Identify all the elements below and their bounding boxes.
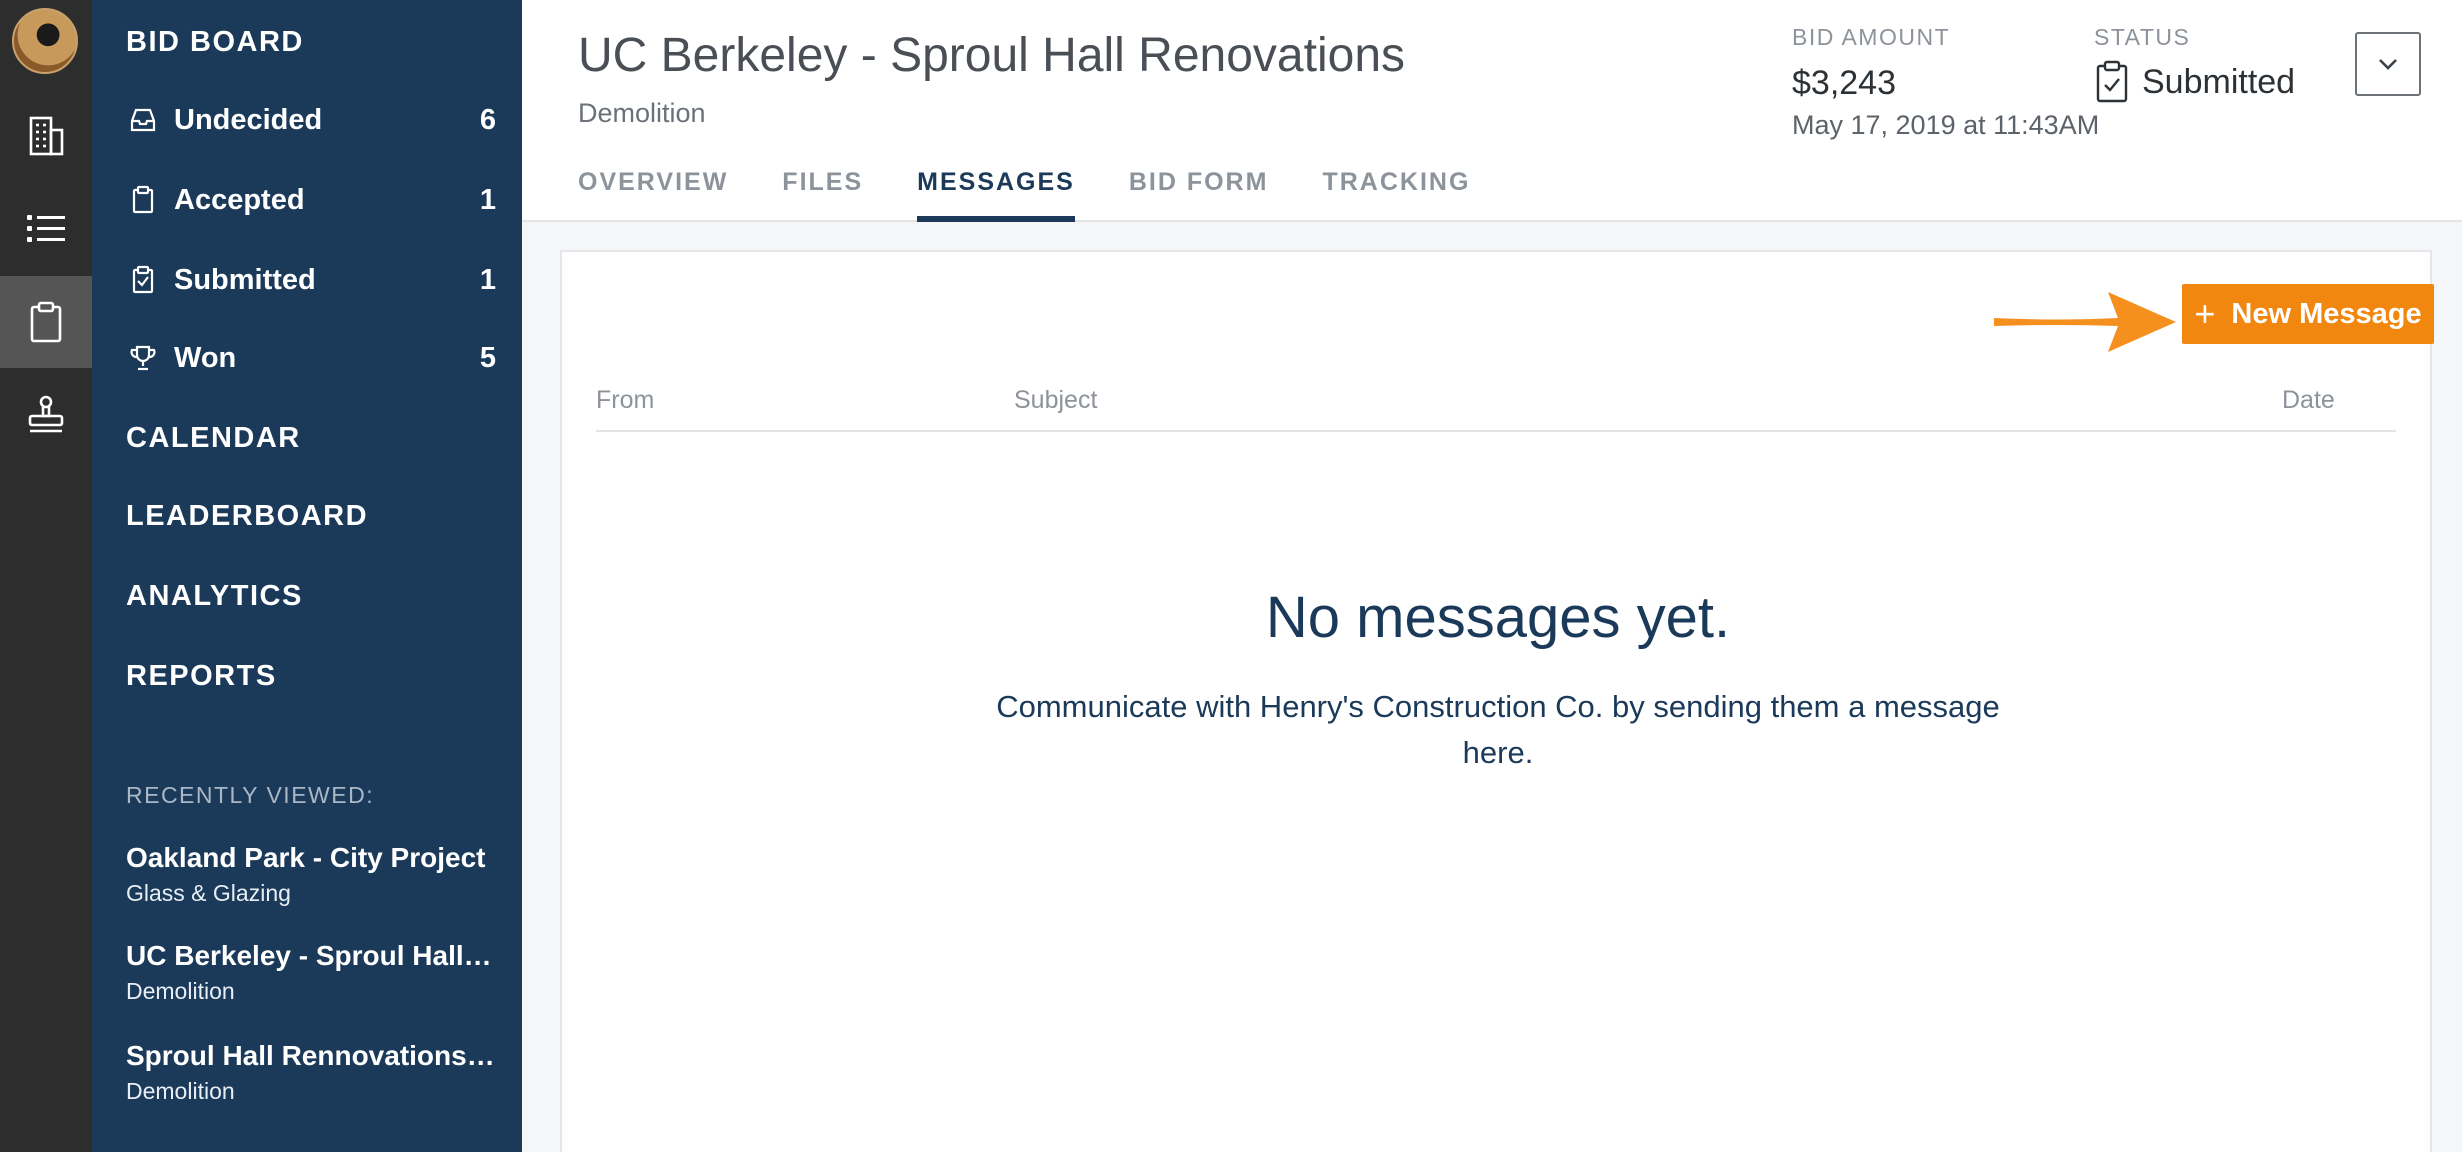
new-message-button[interactable]: + New Message (2182, 284, 2434, 344)
clipboard-check-icon (126, 263, 160, 297)
nav-item-count: 5 (479, 341, 496, 374)
nav-item-undecided[interactable]: Undecided 6 (126, 92, 496, 148)
messages-table-header: From Subject Date (596, 386, 2396, 432)
nav-item-count: 1 (479, 263, 496, 296)
bid-amount-value: $3,243 (1792, 64, 1896, 102)
nav-item-count: 6 (479, 103, 496, 136)
nav-reports[interactable]: REPORTS (126, 660, 277, 693)
inbox-icon (126, 103, 160, 137)
nav-item-submitted[interactable]: Submitted 1 (126, 252, 496, 308)
main-content: UC Berkeley - Sproul Hall Renovations De… (522, 0, 2462, 1152)
column-subject[interactable]: Subject (1014, 386, 1097, 415)
recent-item[interactable]: UC Berkeley - Sproul Hall R... Demolitio… (126, 940, 498, 1005)
avatar[interactable] (12, 8, 78, 74)
icon-rail (0, 0, 92, 1152)
nav-item-won[interactable]: Won 5 (126, 330, 496, 386)
tab-messages[interactable]: MESSAGES (917, 168, 1075, 222)
tab-tracking[interactable]: TRACKING (1322, 168, 1470, 222)
status-label: STATUS (2094, 24, 2191, 50)
nav-bid-board[interactable]: BID BOARD (126, 26, 304, 59)
recently-viewed-heading: RECENTLY VIEWED: (126, 782, 375, 808)
recent-item-subtitle: Demolition (126, 978, 235, 1004)
stamp-icon[interactable] (0, 369, 92, 461)
status-badge: Submitted (2094, 60, 2295, 104)
nav-item-count: 1 (479, 183, 496, 216)
tab-files[interactable]: FILES (782, 168, 863, 222)
list-icon[interactable] (0, 183, 92, 275)
nav-analytics[interactable]: ANALYTICS (126, 580, 303, 613)
messages-panel: + New Message From Subject Date No messa… (560, 250, 2434, 1152)
chevron-down-icon (2379, 59, 2397, 70)
bid-amount-label: BID AMOUNT (1792, 24, 1951, 50)
new-message-label: New Message (2231, 297, 2422, 330)
empty-state-description: Communicate with Henry's Construction Co… (996, 689, 2000, 770)
nav-sidebar: BID BOARD Undecided 6 Accepted 1 Submitt… (92, 0, 522, 1152)
recent-item-title: Sproul Hall Rennovations - ... (126, 1040, 498, 1071)
page-title: UC Berkeley - Sproul Hall Renovations (578, 29, 1406, 82)
recent-item-title: Oakland Park - City Project (126, 842, 486, 873)
nav-item-label: Accepted (174, 183, 305, 216)
nav-item-label: Won (174, 341, 237, 374)
recent-item-subtitle: Glass & Glazing (126, 880, 291, 906)
nav-item-label: Undecided (174, 103, 323, 136)
building-icon[interactable] (0, 90, 92, 182)
clipboard-icon[interactable] (0, 276, 92, 368)
nav-calendar[interactable]: CALENDAR (126, 422, 301, 455)
project-tabs: OVERVIEW FILES MESSAGES BID FORM TRACKIN… (578, 168, 1524, 222)
nav-item-accepted[interactable]: Accepted 1 (126, 172, 496, 228)
bid-date: May 17, 2019 at 11:43AM (1792, 110, 2100, 140)
recent-item[interactable]: Oakland Park - City Project Glass & Glaz… (126, 842, 498, 907)
status-value: Submitted (2142, 62, 2296, 101)
project-header: UC Berkeley - Sproul Hall Renovations De… (522, 0, 2462, 222)
nav-leaderboard[interactable]: LEADERBOARD (126, 500, 368, 533)
nav-item-label: Submitted (174, 263, 316, 296)
recent-item[interactable]: Sproul Hall Rennovations - ... Demolitio… (126, 1040, 498, 1105)
recent-item-subtitle: Demolition (126, 1078, 235, 1104)
plus-icon: + (2194, 293, 2216, 334)
tab-bid-form[interactable]: BID FORM (1129, 168, 1269, 222)
arrow-pointer-icon (1994, 292, 2176, 352)
empty-state-title: No messages yet. (1265, 585, 1731, 650)
clipboard-icon (126, 183, 160, 217)
actions-dropdown-button[interactable] (2355, 32, 2421, 96)
recent-item-title: UC Berkeley - Sproul Hall R... (126, 940, 498, 971)
column-from[interactable]: From (596, 386, 654, 415)
page-subtitle: Demolition (578, 98, 706, 128)
trophy-icon (126, 341, 160, 375)
clipboard-check-icon (2096, 60, 2128, 103)
column-date[interactable]: Date (2282, 386, 2335, 415)
tab-overview[interactable]: OVERVIEW (578, 168, 728, 222)
